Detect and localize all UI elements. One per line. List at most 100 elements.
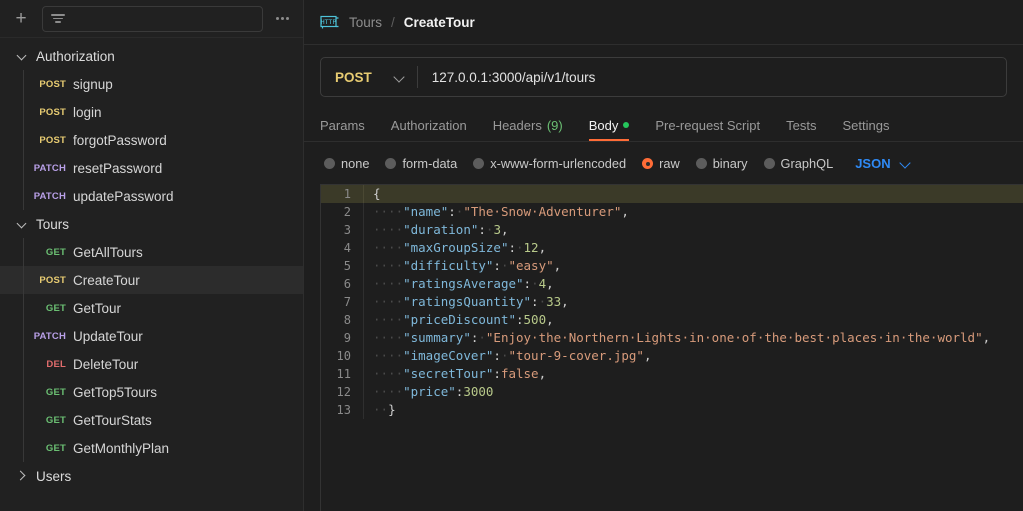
code-line: 3 ····"duration":·3,: [321, 221, 1023, 239]
body-type-x-www-form-urlencoded[interactable]: x-www-form-urlencoded: [473, 156, 626, 171]
line-number: 1: [343, 187, 351, 201]
body-type-graphql[interactable]: GraphQL: [763, 156, 834, 171]
sidebar-request-login[interactable]: POST login: [0, 98, 303, 126]
filter-icon: [51, 14, 65, 23]
json-body-editor[interactable]: 1{2 ····"name":·"The·Snow·Adventurer", 3 ··…: [320, 184, 1023, 511]
code-token: "Enjoy·the·Northern·Lights·in·one·of·the…: [485, 330, 983, 345]
url-row: POST: [304, 45, 1023, 108]
code-token: "name": [403, 204, 449, 219]
url-input[interactable]: [417, 69, 1006, 85]
code-text[interactable]: ····"ratingsAverage":·4,: [363, 275, 1023, 293]
code-text[interactable]: ····"duration":·3,: [363, 221, 1023, 239]
sidebar-request-signup[interactable]: POST signup: [0, 70, 303, 98]
tab-body[interactable]: Body: [588, 109, 630, 141]
code-token: "ratingsAverage": [403, 276, 524, 291]
code-text[interactable]: ····"maxGroupSize":·12,: [363, 239, 1023, 257]
sidebar-more-options-icon[interactable]: [271, 8, 293, 30]
code-text[interactable]: ····"name":·"The·Snow·Adventurer",: [363, 203, 1023, 221]
sidebar-request-updatetour[interactable]: PATCH UpdateTour: [0, 322, 303, 350]
request-method-badge: POST: [39, 106, 66, 118]
code-token: ··: [373, 402, 389, 417]
code-line: 1{: [321, 185, 1023, 203]
body-type-binary[interactable]: binary: [695, 156, 748, 171]
body-type-label: x-www-form-urlencoded: [490, 156, 627, 171]
http-method-selector[interactable]: POST: [321, 58, 417, 96]
code-token: ····: [373, 384, 404, 399]
code-line: 6 ····"ratingsAverage":·4,: [321, 275, 1023, 293]
code-text[interactable]: ····"ratingsQuantity":·33,: [363, 293, 1023, 311]
line-number: 8: [343, 313, 351, 327]
code-token: ····: [373, 312, 404, 327]
sidebar-request-gettour[interactable]: GET GetTour: [0, 294, 303, 322]
chevron-down-icon: [16, 218, 28, 230]
code-line: 5 ····"difficulty":·"easy",: [321, 257, 1023, 275]
body-type-raw[interactable]: raw: [642, 156, 680, 171]
sidebar-request-deletetour[interactable]: DEL DeleteTour: [0, 350, 303, 378]
sidebar-request-forgotpassword[interactable]: POST forgotPassword: [0, 126, 303, 154]
code-token: ····: [373, 240, 404, 255]
code-token: }: [388, 402, 396, 417]
request-method-badge: DEL: [46, 358, 66, 370]
code-line: 4 ····"maxGroupSize":·12,: [321, 239, 1023, 257]
code-token: ·: [478, 330, 486, 345]
sidebar-folder-authorization[interactable]: Authorization: [0, 42, 303, 70]
sidebar-folder-label: Users: [36, 468, 72, 484]
code-token: ····: [373, 366, 404, 381]
body-type-label: raw: [659, 156, 680, 171]
sidebar-toolbar: +: [0, 0, 303, 38]
new-request-button[interactable]: +: [8, 6, 34, 32]
code-text[interactable]: ····"priceDiscount":500,: [363, 311, 1023, 329]
sidebar-request-gettourstats[interactable]: GET GetTourStats: [0, 406, 303, 434]
request-name-label: GetAllTours: [73, 244, 143, 260]
code-token: ,: [982, 330, 991, 345]
code-token: "imageCover": [403, 348, 494, 363]
code-token: "duration": [403, 222, 479, 237]
sidebar-request-getmonthlyplan[interactable]: GET GetMonthlyPlan: [0, 434, 303, 462]
sidebar-request-resetpassword[interactable]: PATCH resetPassword: [0, 154, 303, 182]
code-token: "difficulty": [403, 258, 494, 273]
sidebar-filter-box[interactable]: [42, 5, 263, 32]
code-token: false: [500, 366, 539, 381]
tab-settings[interactable]: Settings: [842, 109, 889, 141]
code-text[interactable]: ····"difficulty":·"easy",: [363, 257, 1023, 275]
body-type-form-data[interactable]: form-data: [385, 156, 457, 171]
sidebar-request-getalltours[interactable]: GET GetAllTours: [0, 238, 303, 266]
sidebar-folder-users[interactable]: Users: [0, 462, 303, 490]
request-method-badge: GET: [45, 246, 66, 258]
tab-authorization[interactable]: Authorization: [391, 109, 467, 141]
code-text[interactable]: ··}: [363, 401, 1023, 419]
sidebar-request-updatepassword[interactable]: PATCH updatePassword: [0, 182, 303, 210]
body-type-none[interactable]: none: [324, 156, 369, 171]
tab-tests[interactable]: Tests: [786, 109, 816, 141]
code-text[interactable]: ····"secretTour":false,: [363, 365, 1023, 383]
tab-pre-request-script[interactable]: Pre-request Script: [655, 109, 760, 141]
code-line: 13 ··}: [321, 401, 1023, 419]
line-number: 3: [343, 223, 351, 237]
code-text[interactable]: ····"summary":·"Enjoy·the·Northern·Light…: [363, 329, 1023, 347]
tab-headers[interactable]: Headers (9): [493, 109, 563, 141]
body-format-selector[interactable]: JSON: [855, 156, 910, 171]
sidebar-folder-label: Authorization: [36, 48, 115, 64]
body-type-label: GraphQL: [780, 156, 834, 171]
radio-icon: [385, 158, 397, 169]
code-token: ,: [538, 240, 547, 255]
code-text[interactable]: ····"imageCover":·"tour-9-cover.jpg",: [363, 347, 1023, 365]
code-line: 7 ····"ratingsQuantity":·33,: [321, 293, 1023, 311]
sidebar-request-gettop5tours[interactable]: GET GetTop5Tours: [0, 378, 303, 406]
code-token: :: [493, 258, 501, 273]
code-token: "The·Snow·Adventurer": [463, 204, 622, 219]
breadcrumb-parent[interactable]: Tours: [349, 15, 382, 30]
tab-label: Settings: [842, 117, 890, 133]
line-number: 12: [336, 385, 351, 399]
sidebar-request-createtour[interactable]: POST CreateTour: [0, 266, 303, 294]
code-token: ····: [373, 276, 404, 291]
tab-params[interactable]: Params: [320, 109, 365, 141]
code-text[interactable]: {: [363, 185, 1023, 203]
request-name-label: GetTour: [73, 300, 122, 316]
request-method-badge: PATCH: [33, 330, 66, 342]
line-number: 4: [343, 241, 351, 255]
sidebar-folder-tours[interactable]: Tours: [0, 210, 303, 238]
line-number: 9: [343, 331, 351, 345]
request-collection-list: Authorization POST signup POST login POST forg…: [0, 38, 303, 511]
code-text[interactable]: ····"price":3000: [363, 383, 1023, 401]
